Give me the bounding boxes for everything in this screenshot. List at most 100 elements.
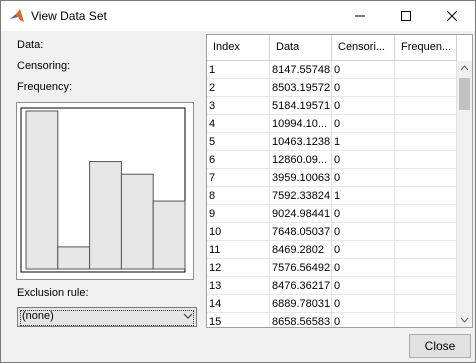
cell-index[interactable]: 9: [207, 205, 270, 223]
maximize-icon: [401, 11, 411, 21]
cell-data[interactable]: 8147.55748: [270, 61, 332, 79]
vertical-scrollbar[interactable]: [457, 61, 472, 327]
cell-data[interactable]: 7576.56492: [270, 259, 332, 277]
cell-censoring[interactable]: 0: [332, 79, 395, 97]
table-row[interactable]: 12 7576.56492 0: [207, 259, 457, 277]
table-row[interactable]: 1 8147.55748 0: [207, 61, 457, 79]
table-row[interactable]: 4 10994.10... 0: [207, 115, 457, 133]
cell-data[interactable]: 10994.10...: [270, 115, 332, 133]
exclusion-rule-label: Exclusion rule:: [17, 287, 89, 299]
data-label: Data:: [17, 39, 44, 51]
scroll-down-icon[interactable]: [457, 313, 472, 327]
cell-index[interactable]: 4: [207, 115, 270, 133]
cell-index[interactable]: 11: [207, 241, 270, 259]
cell-frequency[interactable]: [395, 313, 457, 327]
cell-data[interactable]: 9024.98441: [270, 205, 332, 223]
table-row[interactable]: 5 10463.1238 1: [207, 133, 457, 151]
close-button[interactable]: Close: [409, 334, 471, 358]
cell-censoring[interactable]: 0: [332, 151, 395, 169]
cell-frequency[interactable]: [395, 151, 457, 169]
cell-frequency[interactable]: [395, 79, 457, 97]
cell-censoring[interactable]: 1: [332, 187, 395, 205]
scroll-up-icon[interactable]: [457, 61, 472, 75]
table-row[interactable]: 11 8469.2802 0: [207, 241, 457, 259]
exclusion-rule-value: (none): [22, 310, 54, 322]
cell-index[interactable]: 8: [207, 187, 270, 205]
cell-frequency[interactable]: [395, 223, 457, 241]
table-row[interactable]: 8 7592.33824 1: [207, 187, 457, 205]
cell-index[interactable]: 6: [207, 151, 270, 169]
cell-frequency[interactable]: [395, 277, 457, 295]
cell-frequency[interactable]: [395, 241, 457, 259]
cell-index[interactable]: 2: [207, 79, 270, 97]
cell-censoring[interactable]: 0: [332, 259, 395, 277]
column-header-censoring[interactable]: Censori...: [332, 35, 395, 60]
cell-frequency[interactable]: [395, 115, 457, 133]
column-header-frequency[interactable]: Frequen...: [395, 35, 457, 60]
cell-censoring[interactable]: 0: [332, 277, 395, 295]
histogram: [20, 107, 186, 273]
cell-data[interactable]: 3959.10063: [270, 169, 332, 187]
table-row[interactable]: 10 7648.05037 0: [207, 223, 457, 241]
table-row[interactable]: 14 6889.78031 0: [207, 295, 457, 313]
cell-censoring[interactable]: 0: [332, 295, 395, 313]
cell-censoring[interactable]: 1: [332, 133, 395, 151]
table-row[interactable]: 13 8476.36217 0: [207, 277, 457, 295]
cell-index[interactable]: 7: [207, 169, 270, 187]
cell-index[interactable]: 13: [207, 277, 270, 295]
cell-frequency[interactable]: [395, 295, 457, 313]
cell-data[interactable]: 8658.56583: [270, 313, 332, 327]
minimize-button[interactable]: [337, 1, 383, 31]
cell-data[interactable]: 12860.09...: [270, 151, 332, 169]
cell-frequency[interactable]: [395, 61, 457, 79]
table-row[interactable]: 9 9024.98441 0: [207, 205, 457, 223]
cell-censoring[interactable]: 0: [332, 223, 395, 241]
cell-censoring[interactable]: 0: [332, 169, 395, 187]
table-row[interactable]: 6 12860.09... 0: [207, 151, 457, 169]
cell-data[interactable]: 7648.05037: [270, 223, 332, 241]
cell-censoring[interactable]: 0: [332, 97, 395, 115]
cell-frequency[interactable]: [395, 169, 457, 187]
cell-index[interactable]: 15: [207, 313, 270, 327]
cell-censoring[interactable]: 0: [332, 115, 395, 133]
column-header-index[interactable]: Index: [207, 35, 270, 60]
cell-data[interactable]: 8469.2802: [270, 241, 332, 259]
cell-censoring[interactable]: 0: [332, 313, 395, 327]
table-row[interactable]: 7 3959.10063 0: [207, 169, 457, 187]
cell-data[interactable]: 5184.19571: [270, 97, 332, 115]
cell-frequency[interactable]: [395, 187, 457, 205]
cell-frequency[interactable]: [395, 259, 457, 277]
minimize-icon: [355, 15, 365, 17]
window-title: View Data Set: [31, 9, 107, 23]
close-icon: [447, 11, 457, 21]
histogram-bar: [57, 246, 91, 270]
table-row[interactable]: 15 8658.56583 0: [207, 313, 457, 327]
scrollbar-thumb[interactable]: [459, 78, 470, 110]
data-table[interactable]: Index Data Censori... Frequen... 1 8147.5…: [206, 34, 473, 328]
maximize-button[interactable]: [383, 1, 429, 31]
cell-index[interactable]: 1: [207, 61, 270, 79]
cell-data[interactable]: 8476.36217: [270, 277, 332, 295]
cell-data[interactable]: 8503.19572: [270, 79, 332, 97]
cell-censoring[interactable]: 0: [332, 61, 395, 79]
table-row[interactable]: 3 5184.19571 0: [207, 97, 457, 115]
cell-data[interactable]: 7592.33824: [270, 187, 332, 205]
cell-data[interactable]: 10463.1238: [270, 133, 332, 151]
table-row[interactable]: 2 8503.19572 0: [207, 79, 457, 97]
cell-data[interactable]: 6889.78031: [270, 295, 332, 313]
cell-index[interactable]: 14: [207, 295, 270, 313]
close-window-button[interactable]: [429, 1, 475, 31]
exclusion-rule-dropdown[interactable]: (none): [17, 307, 197, 327]
cell-censoring[interactable]: 0: [332, 241, 395, 259]
cell-index[interactable]: 3: [207, 97, 270, 115]
column-header-data[interactable]: Data: [270, 35, 332, 60]
cell-frequency[interactable]: [395, 205, 457, 223]
cell-index[interactable]: 10: [207, 223, 270, 241]
chevron-down-icon: [183, 313, 193, 319]
cell-index[interactable]: 12: [207, 259, 270, 277]
cell-censoring[interactable]: 0: [332, 205, 395, 223]
cell-index[interactable]: 5: [207, 133, 270, 151]
cell-frequency[interactable]: [395, 97, 457, 115]
title-bar[interactable]: View Data Set: [1, 1, 475, 31]
cell-frequency[interactable]: [395, 133, 457, 151]
